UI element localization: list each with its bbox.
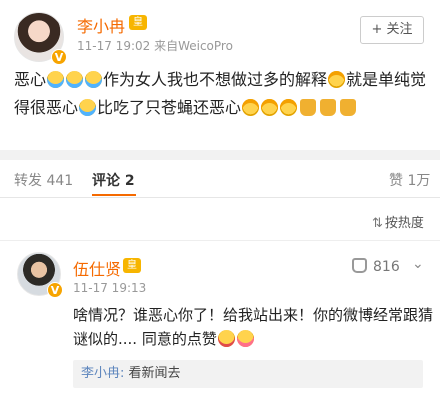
thumb-up-outline-icon <box>352 258 367 273</box>
comment-author-name[interactable]: 伍仕贤 <box>73 256 121 280</box>
post-author-name[interactable]: 李小冉 <box>77 13 125 37</box>
post-meta: 11-17 19:02 来自WeicoPro <box>77 39 233 53</box>
emoji-cover-face-icon <box>280 99 298 116</box>
thumb-down-icon <box>300 99 317 116</box>
sort-icon: ⇅ <box>372 216 383 231</box>
chevron-down-icon[interactable]: ⌄ <box>412 256 424 272</box>
emoji-cry-icon <box>79 99 97 116</box>
tab-like[interactable]: 赞 1万 <box>389 170 430 190</box>
emoji-cry-icon <box>66 71 84 88</box>
divider <box>0 240 440 241</box>
comment-text: 啥情况？谁恶心你了！给我站出来！你的微博经常跟猜谜似的.... 同意的点赞 <box>73 303 433 351</box>
post-text-segment: 比吃了只苍蝇还恶心 <box>97 98 242 117</box>
section-separator <box>0 150 440 160</box>
comment-meta: 11-17 19:13 <box>73 281 147 295</box>
emoji-cry-icon <box>47 71 65 88</box>
follow-button[interactable]: + 关注 <box>360 16 424 44</box>
tab-divider <box>0 197 440 198</box>
post-text-segment: 作为女人我也不想做过多的解释 <box>103 70 328 89</box>
reply-text: 看新闻去 <box>124 366 181 381</box>
emoji-cover-face-icon <box>261 99 279 116</box>
verified-badge-icon: V <box>47 282 63 298</box>
reply-preview[interactable]: 李小冉: 看新闻去 <box>73 360 423 388</box>
emoji-cry-icon <box>85 71 103 88</box>
thumb-down-icon <box>340 99 357 116</box>
emoji-wink-icon <box>217 330 235 347</box>
tab-comment[interactable]: 评论 2 <box>92 170 135 190</box>
active-tab-indicator <box>92 194 136 196</box>
thumb-down-icon <box>320 99 337 116</box>
post-text-segment: 恶心 <box>14 70 47 89</box>
member-crown-icon: 皇 <box>129 15 147 30</box>
comment-like-count: 816 <box>373 259 400 275</box>
emoji-cover-face-icon <box>242 99 260 116</box>
reply-author[interactable]: 李小冉: <box>81 366 124 381</box>
emoji-cover-face-icon <box>328 71 346 88</box>
emoji-tongue-icon <box>236 330 254 347</box>
sort-label: 按热度 <box>384 216 424 231</box>
tab-repost[interactable]: 转发 441 <box>14 170 73 190</box>
verified-badge-icon: V <box>51 49 67 65</box>
member-crown-icon: 皇 <box>123 258 141 273</box>
sort-by-popularity-button[interactable]: ⇅ 按热度 <box>372 212 424 231</box>
comment-like-button[interactable]: 816 <box>352 258 400 275</box>
post-text: 恶心 作为女人我也不想做过多的解释 就是单纯觉得很恶心 比吃了只苍蝇还恶心 <box>14 66 434 122</box>
